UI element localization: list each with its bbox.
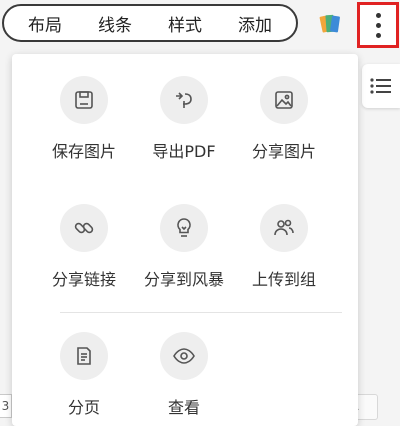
menu-item-label: 查看	[167, 398, 200, 417]
tab-layout[interactable]: 布局	[22, 7, 68, 40]
link-icon	[60, 204, 108, 252]
group-icon	[260, 204, 308, 252]
tab-add[interactable]: 添加	[232, 7, 278, 40]
page-icon	[60, 332, 108, 380]
menu-item-save-image[interactable]: 保存图片	[34, 76, 134, 162]
top-tab-bar: 布局 线条 样式 添加	[2, 4, 298, 42]
export-icon	[160, 76, 208, 124]
menu-item-upload-group[interactable]: 上传到组	[234, 204, 334, 290]
menu-item-pagination[interactable]: 分页	[34, 332, 134, 418]
tab-lines[interactable]: 线条	[92, 7, 138, 40]
more-dot	[375, 32, 381, 38]
menu-item-label: 分页	[67, 398, 100, 417]
theme-palette-icon[interactable]	[318, 12, 342, 36]
save-icon	[60, 76, 108, 124]
more-options-button[interactable]	[357, 2, 399, 48]
menu-item-share-storm[interactable]: 分享到风暴	[134, 204, 234, 290]
outline-view-button[interactable]	[362, 64, 400, 108]
menu-item-export-pdf[interactable]: 导出PDF	[134, 76, 234, 162]
menu-item-label: 保存图片	[51, 142, 116, 161]
eye-icon	[160, 332, 208, 380]
menu-item-share-image[interactable]: 分享图片	[234, 76, 334, 162]
menu-item-share-link[interactable]: 分享链接	[34, 204, 134, 290]
menu-item-label: 分享到风暴	[143, 270, 224, 289]
image-icon	[260, 76, 308, 124]
canvas-topic-node[interactable]: 3	[0, 394, 12, 418]
lightbulb-icon	[160, 204, 208, 252]
more-options-menu: 保存图片 导出PDF 分享图片 分享链接 分享到风暴 上传到组 分页 查看	[12, 54, 358, 426]
menu-divider	[60, 312, 342, 313]
menu-item-label: 导出PDF	[152, 142, 216, 161]
menu-item-label: 分享链接	[51, 270, 116, 289]
list-icon	[370, 78, 391, 94]
more-dot	[375, 22, 381, 28]
more-vertical-icon	[375, 12, 381, 18]
menu-item-label: 分享图片	[251, 142, 316, 161]
tab-style[interactable]: 样式	[162, 7, 208, 40]
menu-item-label: 上传到组	[251, 270, 316, 289]
menu-item-view[interactable]: 查看	[134, 332, 234, 418]
